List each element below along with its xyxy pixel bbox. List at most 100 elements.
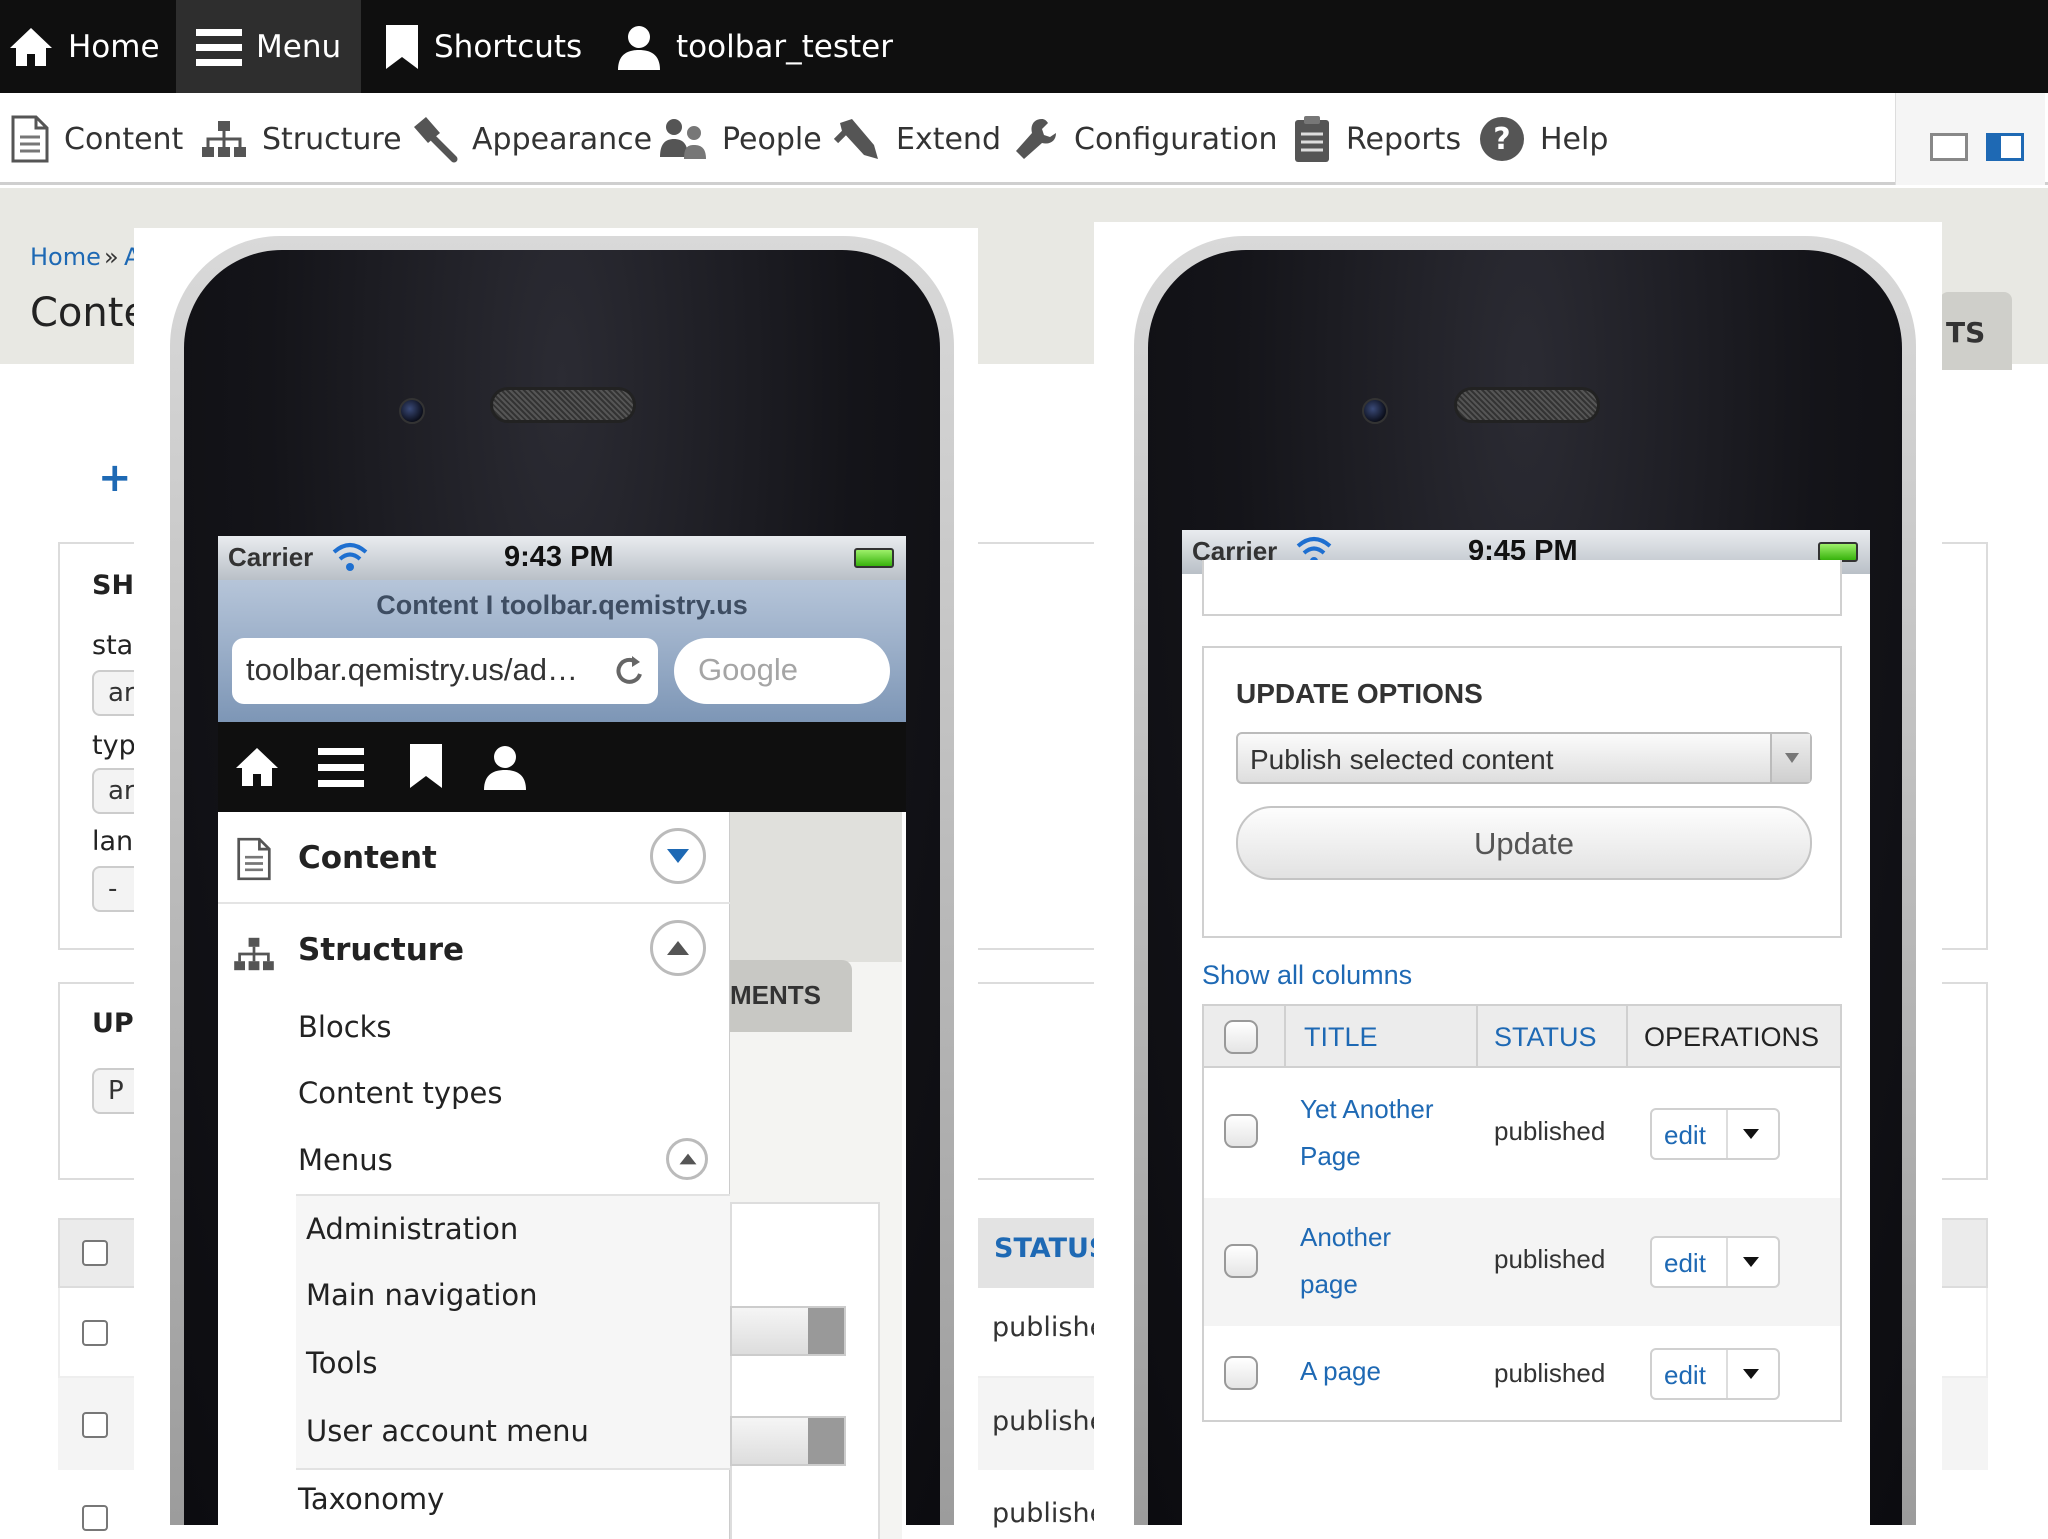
- tray-item-blocks[interactable]: Blocks: [298, 1010, 718, 1044]
- browser-page-title: Content I toolbar.qemistry.us: [376, 590, 748, 620]
- row-checkbox[interactable]: [1224, 1114, 1258, 1148]
- tray-item-tools[interactable]: Tools: [306, 1346, 726, 1380]
- filter-status-label: sta: [92, 630, 134, 661]
- select-all-checkbox[interactable]: [82, 1240, 108, 1266]
- tray-item-administration[interactable]: Administration: [306, 1212, 726, 1246]
- menu-item-configuration[interactable]: Configuration: [1012, 93, 1277, 185]
- panel-fragment: [730, 1202, 880, 1539]
- filter-language-label: lan: [92, 826, 134, 857]
- tray-orientation-toggle: [1895, 93, 2045, 185]
- tray-item-user-account-menu[interactable]: User account menu: [306, 1414, 726, 1448]
- reload-icon[interactable]: [614, 654, 646, 688]
- add-content-icon[interactable]: +: [98, 455, 132, 501]
- camera-icon: [1362, 398, 1388, 424]
- home-icon: [10, 27, 52, 66]
- page-title: Conte: [30, 290, 149, 336]
- toolbar-menu-label: Menu: [256, 28, 342, 65]
- row-status: published: [1494, 1116, 1606, 1146]
- tab-fragment[interactable]: TS: [1940, 292, 2012, 370]
- row-title-link[interactable]: Another page: [1300, 1214, 1391, 1308]
- select-fragment[interactable]: [730, 1306, 846, 1356]
- menu-item-reports[interactable]: Reports: [1292, 93, 1461, 185]
- caret-down-icon[interactable]: [1742, 1256, 1760, 1268]
- menu-icon[interactable]: [318, 746, 364, 788]
- toolbar-shortcuts-tab[interactable]: Shortcuts: [384, 0, 582, 93]
- document-icon: [237, 837, 271, 881]
- caret-down-icon[interactable]: [1742, 1128, 1760, 1140]
- tray-item-content[interactable]: Content: [218, 812, 730, 904]
- url-input[interactable]: toolbar.qemistry.us/ad…: [232, 638, 658, 704]
- row-checkbox[interactable]: [1224, 1356, 1258, 1390]
- document-icon: [11, 115, 49, 163]
- tray-item-structure[interactable]: Structure: [218, 906, 730, 996]
- clipboard-icon: [1295, 116, 1329, 162]
- menu-item-structure[interactable]: Structure: [200, 93, 402, 185]
- update-action-select[interactable]: Publish selected content: [1236, 732, 1812, 784]
- horizontal-orientation-icon[interactable]: [1930, 133, 1968, 161]
- update-button[interactable]: Update: [1236, 806, 1812, 880]
- row-operations-dropbutton[interactable]: edit: [1650, 1108, 1780, 1160]
- tab-fragment[interactable]: MENTS: [730, 960, 852, 1032]
- menu-item-extend[interactable]: Extend: [834, 93, 1001, 185]
- vertical-orientation-icon[interactable]: [1986, 133, 2024, 161]
- edit-link[interactable]: edit: [1664, 1248, 1706, 1279]
- collapse-structure-button[interactable]: [650, 920, 706, 976]
- expand-content-button[interactable]: [650, 828, 706, 884]
- menu-item-people[interactable]: People: [658, 93, 822, 185]
- row-operations-dropbutton[interactable]: edit: [1650, 1348, 1780, 1400]
- collapse-menus-button[interactable]: [666, 1138, 708, 1180]
- toolbar-menu-tab[interactable]: Menu: [176, 0, 361, 93]
- status-column-header[interactable]: STATUS: [994, 1233, 1108, 1264]
- toolbar-user-tab[interactable]: toolbar_tester: [616, 0, 893, 93]
- search-input[interactable]: Google: [674, 638, 890, 704]
- phone-screen: Carrier 9:45 PM UPDATE OPTIONS Publish s…: [1182, 530, 1870, 1539]
- filter-panel-bottom: [1202, 560, 1842, 616]
- row-checkbox[interactable]: [82, 1505, 108, 1531]
- show-all-columns-link[interactable]: Show all columns: [1202, 960, 1412, 991]
- home-icon[interactable]: [234, 746, 280, 788]
- admin-menu-tray: Content Structure Appearance People Exte…: [0, 93, 2048, 185]
- title-column-header[interactable]: TITLE: [1304, 1006, 1378, 1068]
- breadcrumb-home[interactable]: Home: [30, 243, 101, 271]
- menu-item-structure-label: Structure: [262, 121, 402, 157]
- menu-item-reports-label: Reports: [1346, 121, 1462, 157]
- left-phone-screenshot: Carrier 9:43 PM Content I toolbar.qemist…: [134, 228, 978, 1539]
- row-checkbox[interactable]: [82, 1320, 108, 1346]
- user-icon[interactable]: [482, 744, 528, 790]
- row-operations-dropbutton[interactable]: edit: [1650, 1236, 1780, 1288]
- select-fragment[interactable]: [730, 1416, 846, 1466]
- right-phone-screenshot: Carrier 9:45 PM UPDATE OPTIONS Publish s…: [1094, 222, 1942, 1539]
- svg-text:?: ?: [1493, 122, 1510, 157]
- puzzle-icon: [834, 119, 878, 159]
- bookmark-icon[interactable]: [408, 742, 444, 790]
- row-checkbox[interactable]: [82, 1412, 108, 1438]
- tray-item-content-types[interactable]: Content types: [298, 1076, 718, 1110]
- bookmark-icon: [386, 24, 418, 69]
- tray-item-menus[interactable]: Menus: [298, 1143, 718, 1177]
- phone-screen: Carrier 9:43 PM Content I toolbar.qemist…: [218, 536, 906, 1539]
- row-checkbox[interactable]: [1224, 1244, 1258, 1278]
- tray-item-content-label: Content: [298, 840, 437, 876]
- menu-item-content[interactable]: Content: [10, 93, 183, 185]
- menu-item-appearance[interactable]: Appearance: [410, 93, 652, 185]
- tray-item-taxonomy[interactable]: Taxonomy: [298, 1482, 718, 1516]
- battery-icon: [1818, 542, 1858, 562]
- edit-link[interactable]: edit: [1664, 1120, 1706, 1151]
- update-action-value: Publish selected content: [1250, 744, 1554, 775]
- edit-link[interactable]: edit: [1664, 1360, 1706, 1391]
- status-column-header[interactable]: STATUS: [1494, 1006, 1597, 1068]
- toolbar-home-tab[interactable]: Home: [8, 0, 160, 93]
- menu-icon: [196, 28, 242, 66]
- table-row: Another page published edit: [1204, 1198, 1840, 1326]
- chevron-up-icon: [667, 941, 689, 955]
- tray-item-main-navigation[interactable]: Main navigation: [306, 1278, 726, 1312]
- help-icon: ?: [1480, 117, 1524, 161]
- mobile-toolbar: [218, 722, 906, 812]
- row-title-link[interactable]: A page: [1300, 1348, 1381, 1395]
- toolbar-home-label: Home: [68, 28, 160, 65]
- caret-down-icon[interactable]: [1742, 1368, 1760, 1380]
- select-all-checkbox[interactable]: [1224, 1020, 1258, 1054]
- url-text: toolbar.qemistry.us/ad…: [246, 652, 578, 687]
- menu-item-help[interactable]: ? Help: [1478, 93, 1608, 185]
- row-title-link[interactable]: Yet Another Page: [1300, 1086, 1434, 1180]
